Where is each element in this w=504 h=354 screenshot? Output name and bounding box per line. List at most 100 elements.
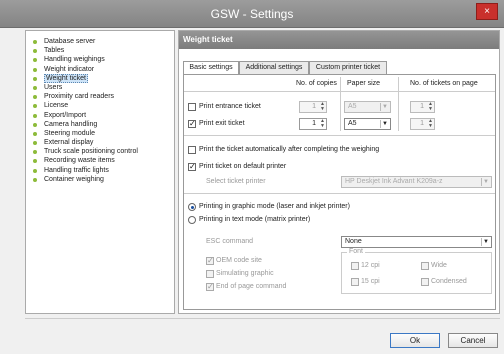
nav-item[interactable]: Container weighing [26,175,174,184]
bullet-icon [33,168,37,173]
panel-title: Weight ticket [179,31,499,49]
spin-arrows-icon: ▲ ▼ [320,101,325,112]
col-header-paper: Paper size [347,80,381,87]
nav-item-label: Container weighing [44,175,104,183]
chevron-down-icon: ▼ [380,103,389,111]
bullet-icon [33,85,37,90]
esc-command-value: None [345,238,362,245]
graphic-mode-label: Printing in graphic mode (laser and inkj… [199,203,350,210]
nav-item[interactable]: Camera handling [26,120,174,129]
simulating-graphic-label: Simulating graphic [216,270,274,277]
exit-ticket-checkbox[interactable]: ✓ [188,120,196,128]
ticket-printer-value: HP Deskjet Ink Advant K209a-z [345,178,443,185]
tab-body-basic: No. of copies Paper size No. of tickets … [183,74,496,310]
section-divider [184,135,495,136]
nav-item[interactable]: License [26,101,174,110]
close-button[interactable]: × [476,3,498,20]
nav-item[interactable]: Handling traffic lights [26,166,174,175]
bullet-icon [33,113,37,118]
bullet-icon [33,104,37,109]
auto-print-label: Print the ticket automatically after com… [199,146,380,153]
settings-nav-list: Database server Tables Handling weighings W… [25,30,175,314]
select-printer-label: Select ticket printer [206,178,266,185]
nav-item-label: Steering module [44,129,95,137]
wide-label: Wide [431,262,447,269]
bullet-icon [33,150,37,155]
header-divider [184,91,495,92]
nav-item-label: Tables [44,47,65,55]
bullet-icon [33,131,37,136]
cpi15-checkbox[interactable] [351,278,359,286]
exit-copies-value: 1 [312,120,316,127]
nav-item[interactable]: Recording waste items [26,156,174,165]
nav-item[interactable]: Weight ticket [26,73,174,83]
nav-item-label: Handling weighings [44,56,105,64]
default-printer-label: Print ticket on default printer [199,163,287,170]
oem-code-site-label: OEM code site [216,257,262,264]
nav-item-label: External display [44,139,94,147]
text-mode-radio[interactable] [188,216,196,224]
nav-item[interactable]: Export/Import [26,111,174,120]
entrance-copies-stepper[interactable]: 1 ▲ ▼ [299,101,327,113]
tab-additional-settings[interactable]: Additional settings [239,61,309,74]
auto-print-checkbox[interactable] [188,146,196,154]
entrance-tickets-stepper[interactable]: 1 ▲ ▼ [410,101,435,113]
tab-basic-settings[interactable]: Basic settings [183,61,239,75]
nav-item[interactable]: Weight indicator [26,65,174,74]
default-printer-checkbox[interactable]: ✓ [188,163,196,171]
section-divider [184,193,495,194]
esc-command-label: ESC command [206,238,254,245]
spin-arrows-icon: ▲ ▼ [428,101,433,112]
nav-item[interactable]: Steering module [26,129,174,138]
chevron-down-icon: ▼ [481,178,490,186]
nav-item-label: Users [44,83,63,91]
exit-tickets-stepper[interactable]: 1 ▲ ▼ [410,118,435,130]
settings-window: GSW - Settings × Database server Tables Ha… [0,0,504,354]
footer-divider [25,318,500,319]
col-divider [398,77,399,131]
nav-item-label: Camera handling [44,120,98,128]
nav-item[interactable]: Database server [26,37,174,46]
wide-checkbox[interactable] [421,262,429,270]
nav-item-label: Recording waste items [44,157,115,165]
spin-arrows-icon: ▲ ▼ [428,118,433,129]
condensed-checkbox[interactable] [421,278,429,286]
oem-code-site-checkbox[interactable]: ✓ [206,257,214,265]
ticket-printer-select[interactable]: HP Deskjet Ink Advant K209a-z ▼ [341,176,492,188]
bullet-icon [33,40,37,44]
end-of-page-checkbox[interactable]: ✓ [206,283,214,291]
entrance-paper-select[interactable]: A5 ▼ [344,101,391,113]
cpi15-label: 15 cpi [361,278,380,285]
nav-item[interactable]: Tables [26,46,174,55]
nav-item[interactable]: Users [26,83,174,92]
entrance-ticket-checkbox[interactable] [188,103,196,111]
bullet-icon [33,122,37,127]
nav-item[interactable]: Truck scale positioning control [26,147,174,156]
chevron-down-icon: ▼ [481,238,490,246]
bullet-icon [33,95,37,100]
tab-custom-printer-ticket[interactable]: Custom printer ticket [309,61,387,74]
bullet-icon [33,58,37,63]
esc-command-select[interactable]: None ▼ [341,236,492,248]
nav-item-label: License [44,102,69,110]
graphic-mode-radio[interactable] [188,203,196,211]
nav-item[interactable]: External display [26,138,174,147]
col-header-tickets: No. of tickets on page [410,80,478,87]
cancel-button[interactable]: Cancel [448,333,498,348]
settings-panel: Weight ticket Basic settings Additional … [178,30,500,314]
entrance-copies-value: 1 [312,103,316,110]
entrance-tickets-value: 1 [420,103,424,110]
bullet-icon [33,76,37,81]
nav-item[interactable]: Proximity card readers [26,92,174,101]
simulating-graphic-checkbox[interactable] [206,270,214,278]
entrance-paper-value: A5 [348,103,357,110]
bullet-icon [33,141,37,146]
exit-copies-stepper[interactable]: 1 ▲ ▼ [299,118,327,130]
nav-item-label: Weight indicator [44,65,95,73]
nav-item[interactable]: Handling weighings [26,55,174,64]
bullet-icon [33,159,37,164]
cpi12-checkbox[interactable] [351,262,359,270]
spin-arrows-icon: ▲ ▼ [320,118,325,129]
ok-button[interactable]: Ok [390,333,440,348]
exit-paper-select[interactable]: A5 ▼ [344,118,391,130]
